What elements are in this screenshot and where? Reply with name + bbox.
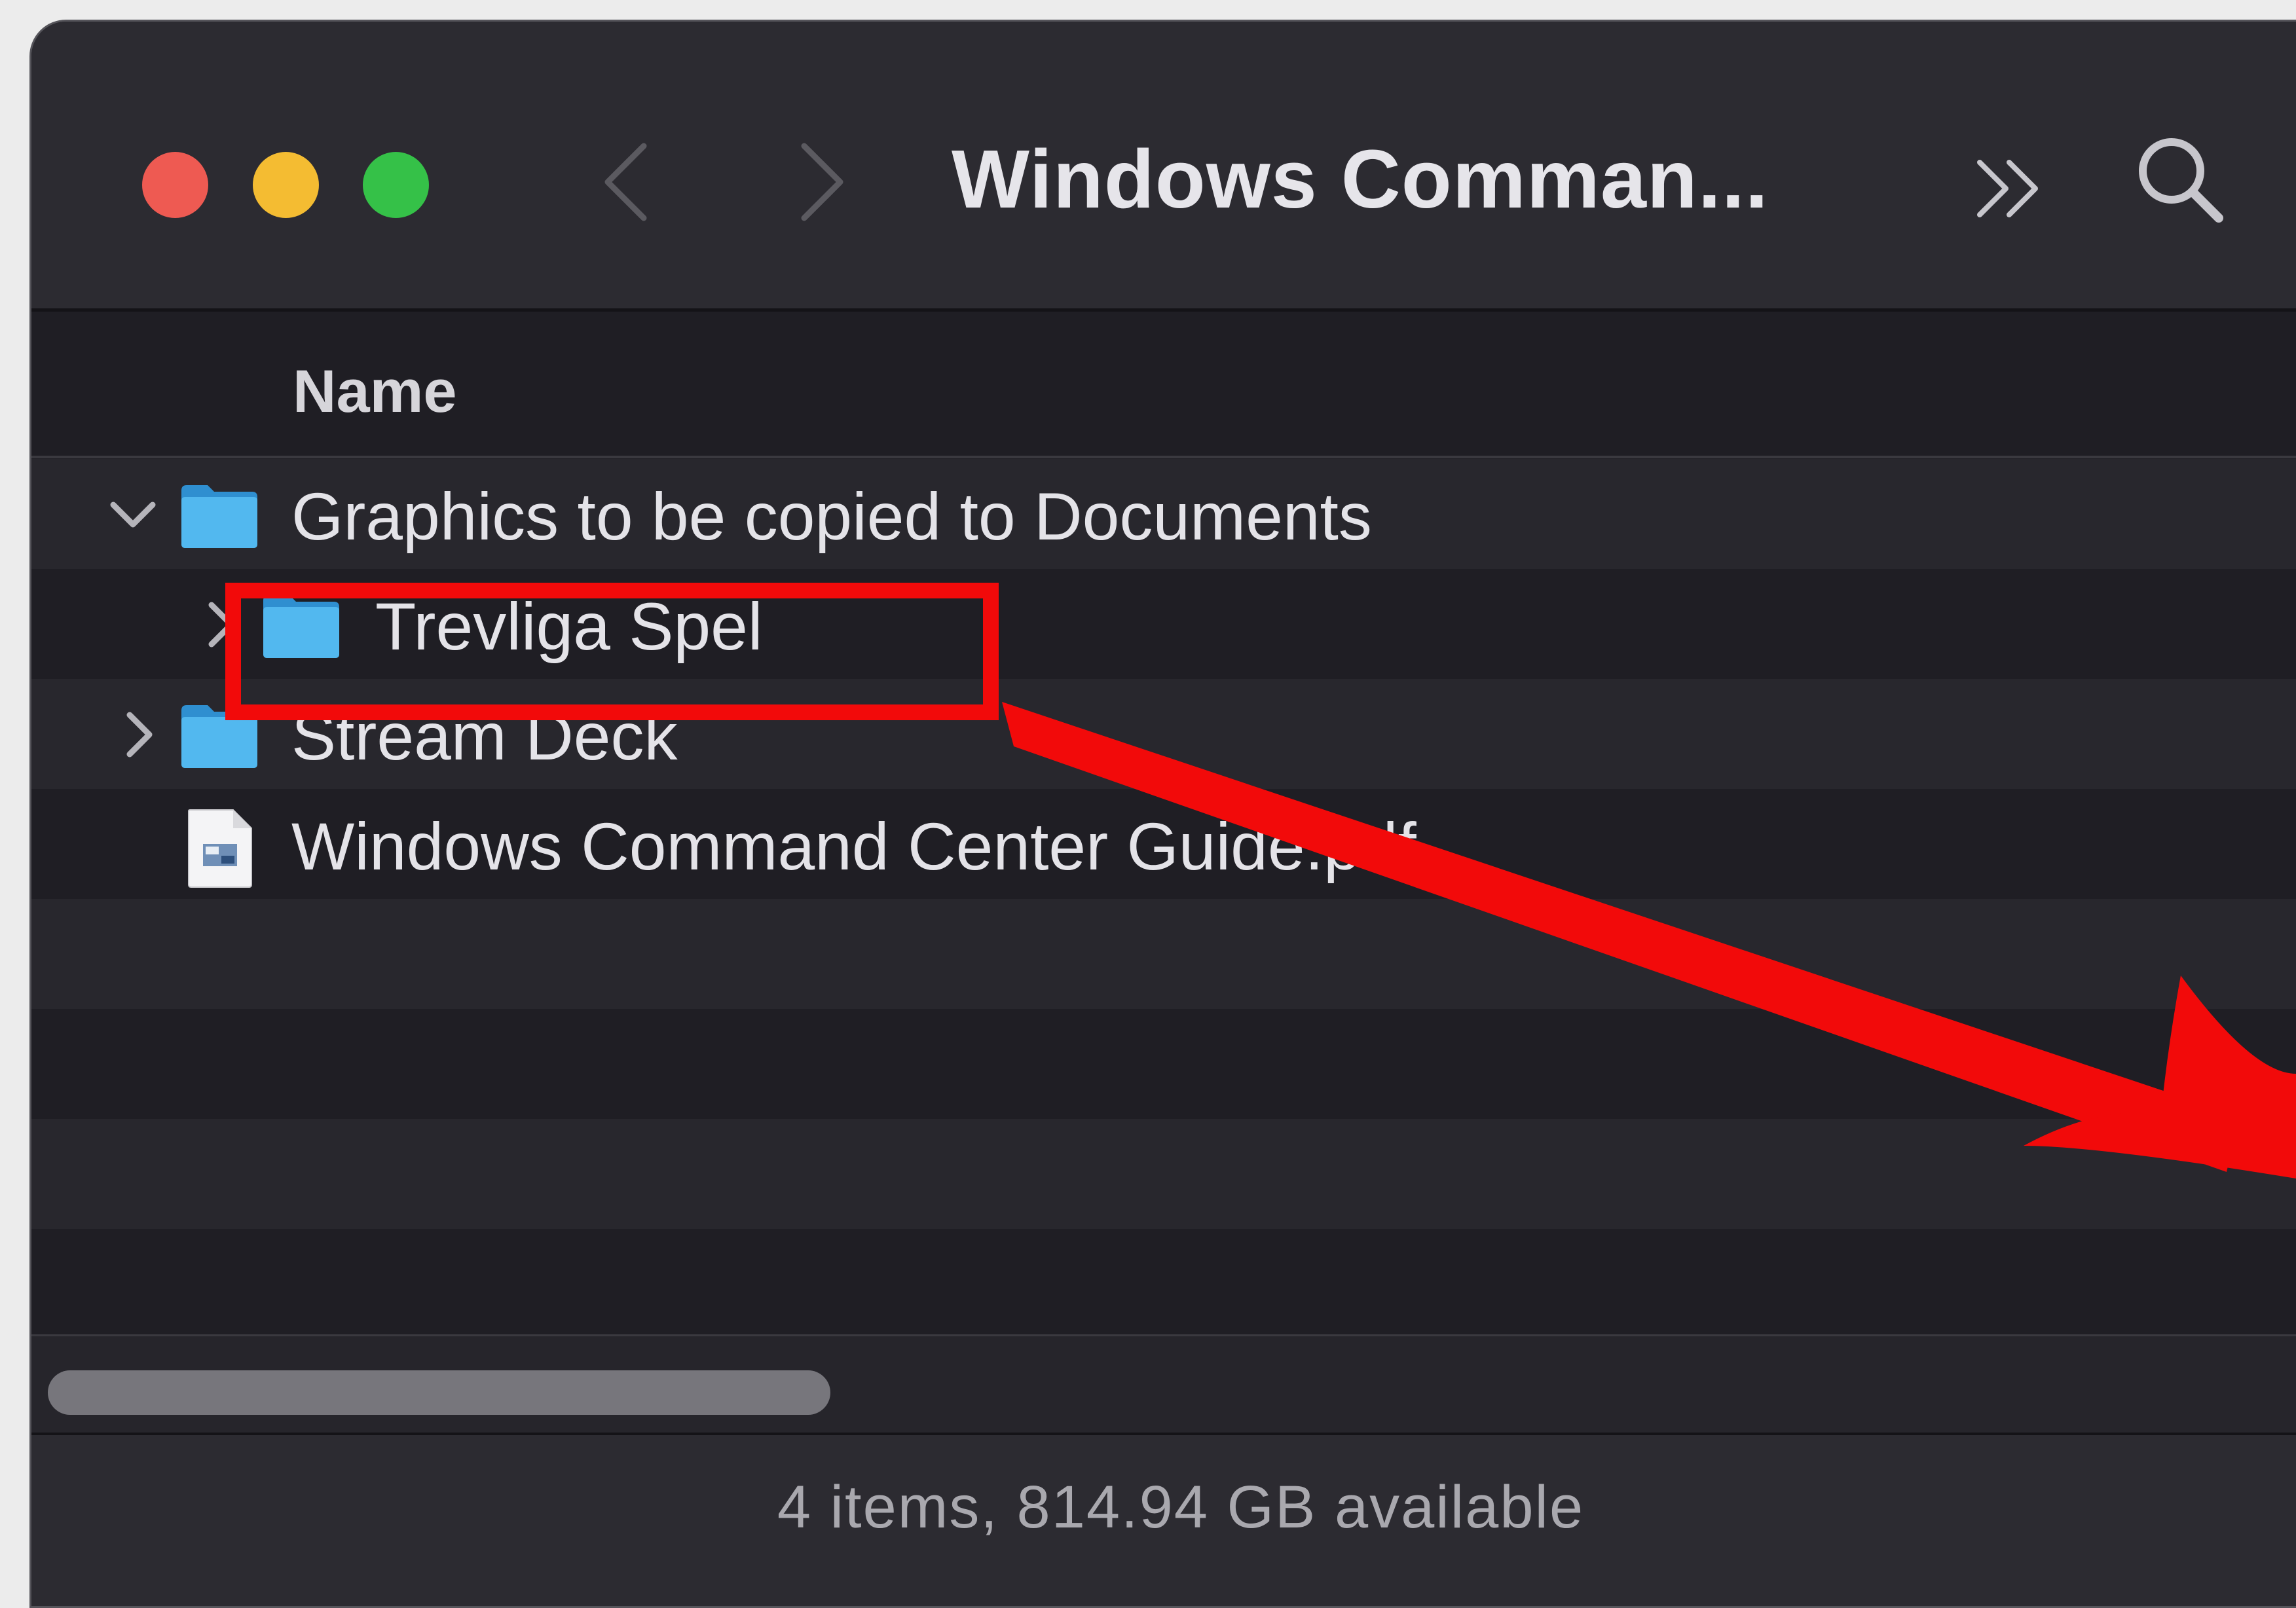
item-label: Trevliga Spel [375,589,763,664]
forward-button[interactable] [785,136,857,228]
close-button[interactable] [142,152,208,218]
search-button[interactable] [2127,126,2232,231]
magnifier-icon [2139,138,2223,223]
window-title: Windows Comman... [952,133,1769,225]
chevron-down-icon[interactable] [103,485,162,544]
list-item-stream-deck-folder[interactable]: Stream Deck [31,679,2296,789]
title-bar: Windows Comman... [31,22,2296,312]
item-label: Windows Command Center Guide.pdf [291,809,1416,884]
pdf-document-icon [188,809,252,888]
toolbar-overflow-button[interactable] [1970,146,2055,231]
status-bar: 4 items, 814.94 GB available [31,1433,2296,1606]
scrollbar-thumb[interactable] [48,1370,830,1415]
item-label: Graphics to be copied to Documents [291,479,1372,554]
list-item-guide-pdf[interactable]: Windows Command Center Guide.pdf [31,789,2296,899]
folder-icon [181,705,257,768]
list-item-trevliga-spel-folder[interactable]: Trevliga Spel [31,569,2296,679]
file-list: Graphics to be copied to Documents Trevl… [31,459,2296,1339]
maximize-button[interactable] [363,152,429,218]
name-column-header[interactable]: Name [293,357,457,426]
empty-row [31,1009,2296,1119]
folder-icon [181,485,257,548]
chevron-right-icon[interactable] [192,595,251,654]
horizontal-scrollbar[interactable] [31,1334,2296,1434]
chevron-right-icon[interactable] [110,705,169,764]
status-text: 4 items, 814.94 GB available [777,1474,1585,1541]
chevron-left-icon [604,143,647,221]
double-chevron-right-icon [1977,160,2038,217]
chevron-right-icon [801,143,843,221]
finder-window: Windows Comman... Name Graphics to be co… [29,20,2296,1608]
empty-row [31,1229,2296,1339]
empty-row [31,1119,2296,1229]
column-header: Name [31,312,2296,458]
list-item-graphics-folder[interactable]: Graphics to be copied to Documents [31,459,2296,569]
empty-row [31,899,2296,1009]
back-button[interactable] [591,136,663,228]
minimize-button[interactable] [253,152,319,218]
folder-icon [263,595,339,658]
item-label: Stream Deck [291,699,678,774]
